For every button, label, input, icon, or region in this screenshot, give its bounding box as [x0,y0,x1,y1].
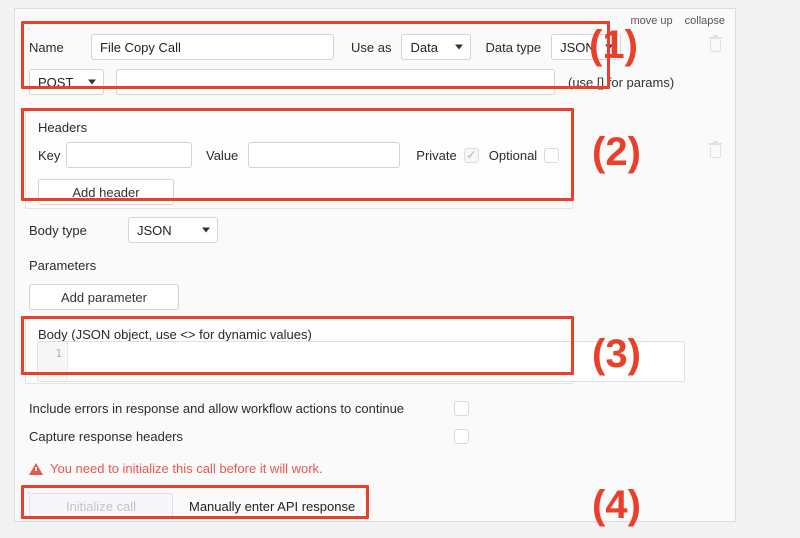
name-input[interactable] [91,34,334,60]
header-key-input[interactable] [66,142,192,168]
body-editor[interactable]: 1 [37,341,685,382]
use-as-select[interactable]: Data [401,34,472,60]
initialize-call-button[interactable]: Initialize call [29,493,173,519]
trash-can [710,40,721,52]
body-type-value: JSON [137,222,172,238]
delete-header-icon[interactable] [709,141,722,158]
header-private-label: Private [416,147,457,163]
trash-lid [709,141,722,145]
chevron-down-icon [202,227,210,233]
capture-headers-row: Capture response headers ✓ [29,429,469,444]
capture-headers-checkbox[interactable]: ✓ [454,429,469,444]
body-label: Body (JSON object, use <> for dynamic va… [38,327,312,342]
http-method-select[interactable]: POST [29,69,104,95]
add-header-button[interactable]: Add header [38,179,174,205]
warning-triangle-icon [29,462,43,475]
header-key-label: Key [38,147,61,163]
capture-headers-label: Capture response headers [29,429,183,444]
add-parameter-button[interactable]: Add parameter [29,284,179,310]
api-call-panel: move up collapse Name Use as Data Data t… [14,8,736,522]
headers-title: Headers [38,120,88,135]
request-row: POST (use [] for params) [29,69,674,95]
initialize-warning: You need to initialize this call before … [29,461,323,476]
body-code-input[interactable] [68,342,684,381]
data-type-label: Data type [485,39,542,55]
trash-can [710,146,721,158]
use-as-label: Use as [351,39,392,55]
move-up-link[interactable]: move up [630,15,672,27]
chevron-down-icon [605,44,614,50]
initialize-warning-text: You need to initialize this call before … [50,461,323,476]
chevron-down-icon [455,44,464,50]
include-errors-label: Include errors in response and allow wor… [29,401,405,416]
action-row: Initialize call Manually enter API respo… [29,493,363,519]
params-hint: (use [] for params) [568,74,675,90]
check-icon: ✓ [466,147,477,162]
header-value-label: Value [206,147,239,163]
chevron-down-icon [88,79,96,85]
delete-call-icon[interactable] [709,35,722,52]
url-input[interactable] [116,69,555,95]
header-optional-label: Optional [488,147,538,163]
data-type-value: JSON [560,39,595,55]
include-errors-checkbox[interactable]: ✓ [454,401,469,416]
header-row: Key Value Private ✓ Optional ✓ [38,142,560,168]
header-optional-checkbox[interactable]: ✓ [544,147,560,163]
headers-group: Headers Key Value Private ✓ Optional ✓ A… [25,110,573,209]
body-type-label: Body type [29,222,87,238]
header-value-input[interactable] [248,142,401,168]
collapse-link[interactable]: collapse [685,15,725,27]
use-as-value: Data [410,39,438,55]
body-type-row: Body type JSON [29,217,218,243]
manual-api-response-button[interactable]: Manually enter API response [173,493,363,519]
parameters-label: Parameters [29,258,97,273]
http-method-value: POST [38,74,74,90]
body-type-select[interactable]: JSON [128,217,218,243]
header-private-checkbox[interactable]: ✓ [463,147,479,163]
name-label: Name [29,39,64,55]
trash-lid [709,35,722,39]
panel-utility-links: move up collapse [630,15,725,27]
data-type-select[interactable]: JSON [551,34,622,60]
include-errors-row: Include errors in response and allow wor… [29,401,469,416]
name-row: Name Use as Data Data type JSON [29,34,622,60]
editor-gutter: 1 [38,342,68,381]
